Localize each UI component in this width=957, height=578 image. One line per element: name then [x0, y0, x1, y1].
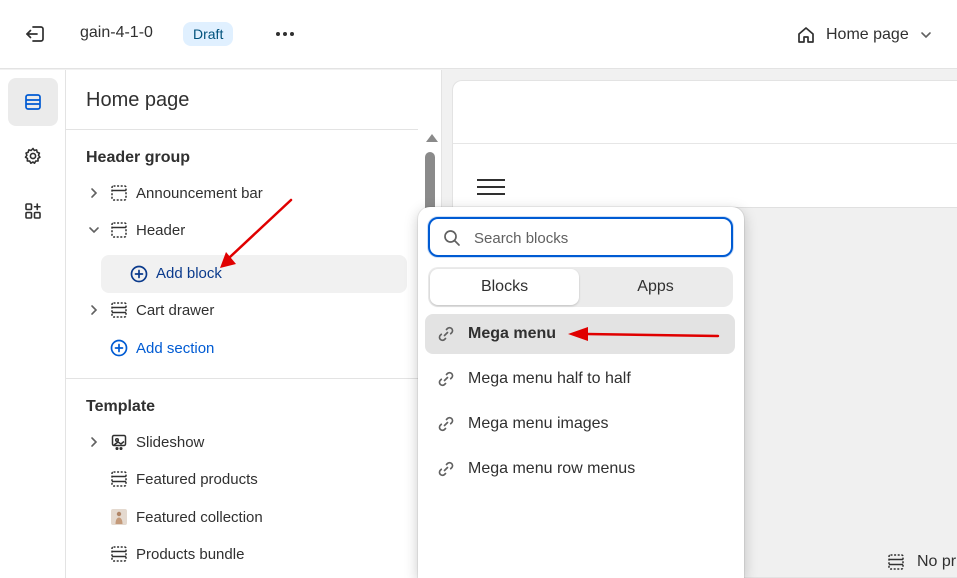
rail-sections-button[interactable]: [8, 78, 58, 126]
slideshow-icon: [109, 432, 129, 452]
top-bar: gain-4-1-0 Draft Home page: [0, 0, 957, 69]
more-actions-button[interactable]: [270, 22, 300, 46]
add-section-label: Add section: [136, 340, 215, 357]
left-rail: [0, 70, 66, 578]
template-group-title: Template: [86, 398, 156, 415]
rail-apps-button[interactable]: [8, 187, 58, 235]
add-block-popover: Blocks Apps Mega menu Mega menu half to …: [418, 207, 744, 578]
tree-item-label: Slideshow: [136, 433, 205, 451]
section-icon: [109, 544, 129, 564]
block-option-mega-menu[interactable]: Mega menu: [425, 314, 735, 354]
tree-item-featured-collection[interactable]: Featured collection: [66, 499, 418, 535]
block-source-tabs: Blocks Apps: [428, 267, 733, 307]
block-option-label: Mega menu: [468, 325, 557, 342]
plus-circle-icon: [110, 339, 128, 357]
search-blocks-field[interactable]: [428, 217, 733, 257]
header-group-title: Header group: [86, 149, 191, 166]
section-icon: [109, 469, 129, 489]
tab-blocks[interactable]: Blocks: [430, 269, 579, 305]
search-blocks-input[interactable]: [474, 226, 724, 250]
exit-icon: [26, 26, 44, 42]
scroll-up-arrow[interactable]: [426, 134, 438, 142]
header-section-icon: [109, 220, 129, 240]
chevron-down-icon: [920, 32, 931, 39]
tab-apps[interactable]: Apps: [581, 269, 730, 305]
status-badge: Draft: [183, 22, 234, 46]
page-selector-label: Home page: [826, 26, 909, 43]
gear-icon: [24, 147, 41, 164]
tree-item-featured-products[interactable]: Featured products: [66, 461, 418, 497]
apps-icon: [25, 203, 41, 219]
link-icon: [438, 371, 454, 387]
add-section-button[interactable]: Add section: [66, 330, 418, 366]
more-horizontal-icon: [276, 32, 294, 36]
block-option-mega-menu-row-menus[interactable]: Mega menu row menus: [425, 449, 735, 489]
tree-item-products-bundle[interactable]: Products bundle: [66, 536, 418, 572]
section-icon: [109, 300, 129, 320]
block-option-label: Mega menu half to half: [468, 370, 631, 387]
chevron-right-icon[interactable]: [86, 185, 102, 201]
add-block-button[interactable]: Add block: [101, 255, 407, 293]
rail-settings-button[interactable]: [8, 132, 58, 180]
link-icon: [438, 416, 454, 432]
divider: [66, 129, 418, 130]
search-icon: [444, 230, 460, 246]
tree-item-slideshow[interactable]: Slideshow: [66, 424, 418, 460]
tree-item-label: Featured collection: [136, 508, 263, 526]
plus-circle-icon: [130, 265, 148, 283]
sections-panel: Home page Header group Announcement bar …: [66, 70, 442, 578]
chevron-down-icon[interactable]: [86, 222, 102, 238]
theme-name: gain-4-1-0: [80, 24, 153, 41]
block-option-mega-menu-images[interactable]: Mega menu images: [425, 404, 735, 444]
hamburger-menu-icon[interactable]: [477, 179, 507, 197]
tree-item-label: Announcement bar: [136, 184, 263, 202]
link-icon: [438, 461, 454, 477]
divider: [453, 143, 957, 144]
divider: [66, 378, 418, 379]
chevron-right-icon[interactable]: [86, 434, 102, 450]
block-option-label: Mega menu images: [468, 415, 609, 432]
tree-item-cart-drawer[interactable]: Cart drawer: [66, 292, 418, 328]
add-block-label: Add block: [156, 265, 222, 282]
preview-footer: No pr: [887, 553, 956, 571]
tree-item-label: Products bundle: [136, 545, 245, 563]
link-icon: [438, 326, 454, 342]
chevron-right-icon[interactable]: [86, 302, 102, 318]
collection-thumbnail: [109, 507, 129, 527]
tree-item-label: Featured products: [136, 470, 258, 488]
tree-item-announcement-bar[interactable]: Announcement bar: [66, 175, 418, 211]
block-option-label: Mega menu row menus: [468, 460, 636, 477]
section-icon: [888, 554, 904, 570]
tree-item-label: Header: [136, 221, 186, 239]
home-icon: [798, 27, 814, 43]
page-selector[interactable]: Home page: [796, 22, 933, 48]
tree-item-label: Cart drawer: [136, 301, 215, 319]
header-section-icon: [109, 183, 129, 203]
sections-icon: [25, 94, 41, 110]
panel-title: Home page: [86, 89, 190, 111]
tree-item-header[interactable]: Header: [66, 212, 418, 248]
exit-button[interactable]: [20, 20, 50, 48]
preview-footer-text: No pr: [917, 553, 957, 570]
block-option-mega-menu-half-to-half[interactable]: Mega menu half to half: [425, 359, 735, 399]
